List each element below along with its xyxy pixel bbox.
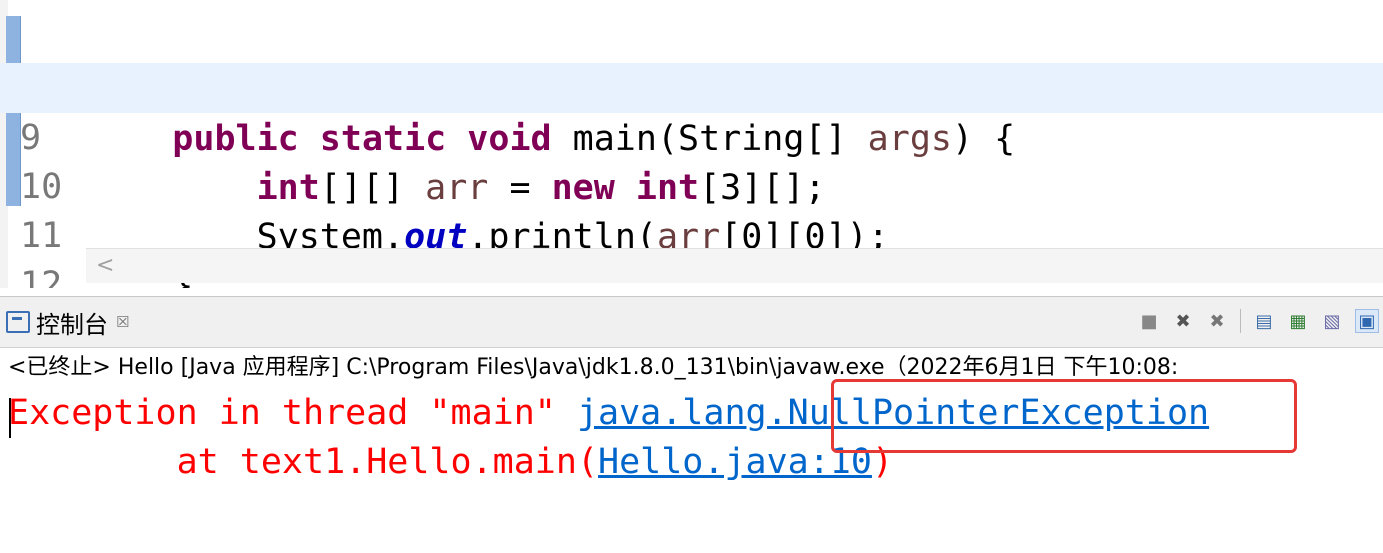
pin-console-icon[interactable]: ▣ <box>1355 309 1379 333</box>
scroll-lock-icon[interactable]: ▦ <box>1287 310 1309 332</box>
toolbar-divider <box>1240 309 1241 333</box>
console-tabbar: 控制台 ☒ ■ ✖ ✖ ▤ ▦ ▧ ▣ <box>0 297 1383 348</box>
tab-console[interactable]: 控制台 ☒ <box>6 305 129 339</box>
word-wrap-icon[interactable]: ▧ <box>1321 310 1343 332</box>
tab-label: 控制台 <box>36 310 108 339</box>
console-toolbar: ■ ✖ ✖ ▤ ▦ ▧ ▣ <box>1138 305 1383 337</box>
code-line-11[interactable]: 11 } <box>0 161 1383 288</box>
remove-all-icon[interactable]: ✖ <box>1206 310 1228 332</box>
remove-launch-icon[interactable]: ✖ <box>1172 310 1194 332</box>
console-output-line-2: at text1.Hello.main(Hello.java:10) <box>8 442 894 482</box>
code-line-9-current[interactable]: 9 int[][] arr = new int[3][]; <box>0 63 1383 208</box>
clear-console-icon[interactable]: ▤ <box>1253 310 1275 332</box>
line-number: 12 <box>20 265 63 288</box>
horizontal-scrollbar[interactable]: < <box>86 248 1383 283</box>
console-icon <box>6 311 30 333</box>
code-line-10[interactable]: 10 System.out.println(arr[0][0]); <box>0 112 1383 257</box>
stop-icon[interactable]: ■ <box>1138 310 1160 332</box>
annotation-highlight-box <box>831 379 1297 453</box>
scroll-left-icon[interactable]: < <box>96 249 114 283</box>
code-line-8[interactable]: 8⊖ public static void main(String[] args… <box>0 14 1383 159</box>
code-editor[interactable]: 8⊖ public static void main(String[] args… <box>0 0 1383 288</box>
text-cursor <box>9 398 11 438</box>
close-icon[interactable]: ☒ <box>116 313 129 331</box>
